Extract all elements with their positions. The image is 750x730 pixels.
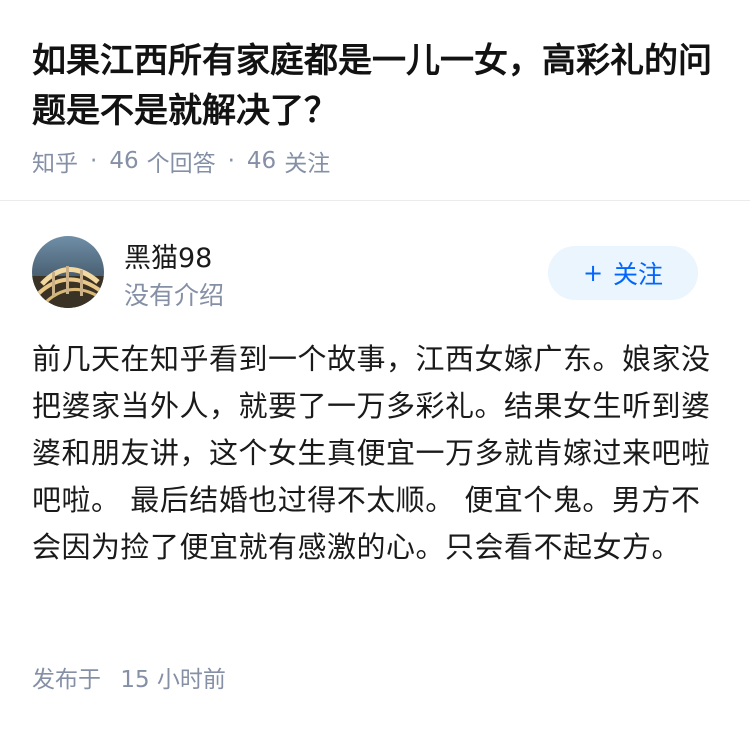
answer-timestamp: 发布于 15 小时前 — [32, 660, 226, 694]
author-name[interactable]: 黑猫98 — [124, 236, 212, 275]
follow-button[interactable]: + 关注 — [548, 246, 698, 300]
followers-count: 46 — [246, 148, 277, 174]
answers-label: 个回答 — [146, 151, 216, 177]
avatar-photo-icon — [32, 236, 104, 308]
question-title: 如果江西所有家庭都是一儿一女，高彩礼的问题是不是就解决了？ — [32, 41, 712, 131]
published-time: 15 小时前 — [120, 667, 226, 693]
plus-icon: + — [582, 259, 604, 287]
avatar[interactable] — [32, 236, 104, 308]
follow-label: 关注 — [613, 260, 664, 289]
meta-separator: · — [227, 148, 235, 174]
section-divider — [0, 200, 750, 201]
author-bio: 没有介绍 — [124, 281, 225, 310]
source-label[interactable]: 知乎 — [32, 144, 78, 178]
question-meta: 知乎 · 46 个回答 · 46 关注 — [32, 144, 330, 178]
followers-label: 关注 — [284, 151, 331, 177]
meta-separator: · — [90, 148, 98, 174]
answers-count: 46 — [109, 148, 139, 174]
published-label: 发布于 — [32, 667, 101, 693]
answer-content: 前几天在知乎看到一个故事，江西女嫁广东。娘家没把婆家当外人，就要了一万多彩礼。结… — [32, 342, 711, 564]
